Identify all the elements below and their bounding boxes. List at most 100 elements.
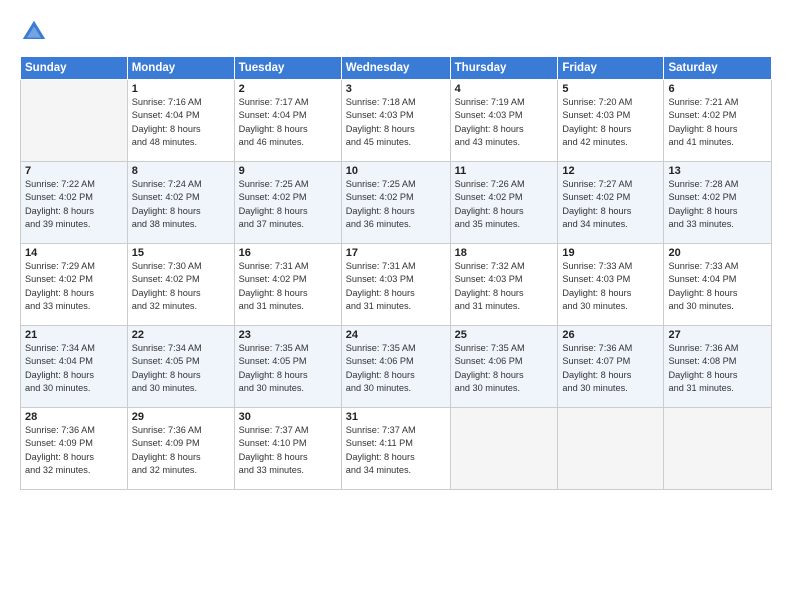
calendar-cell: 13Sunrise: 7:28 AMSunset: 4:02 PMDayligh…	[664, 162, 772, 244]
calendar-cell: 3Sunrise: 7:18 AMSunset: 4:03 PMDaylight…	[341, 80, 450, 162]
day-info: Sunrise: 7:20 AMSunset: 4:03 PMDaylight:…	[562, 96, 659, 149]
calendar-week-row: 7Sunrise: 7:22 AMSunset: 4:02 PMDaylight…	[21, 162, 772, 244]
day-number: 21	[25, 329, 123, 341]
header	[20, 18, 772, 46]
day-info: Sunrise: 7:36 AMSunset: 4:07 PMDaylight:…	[562, 342, 659, 395]
calendar-week-row: 28Sunrise: 7:36 AMSunset: 4:09 PMDayligh…	[21, 408, 772, 490]
day-info: Sunrise: 7:21 AMSunset: 4:02 PMDaylight:…	[668, 96, 767, 149]
calendar-cell: 2Sunrise: 7:17 AMSunset: 4:04 PMDaylight…	[234, 80, 341, 162]
calendar-cell: 23Sunrise: 7:35 AMSunset: 4:05 PMDayligh…	[234, 326, 341, 408]
day-info: Sunrise: 7:19 AMSunset: 4:03 PMDaylight:…	[455, 96, 554, 149]
day-info: Sunrise: 7:26 AMSunset: 4:02 PMDaylight:…	[455, 178, 554, 231]
day-number: 2	[239, 83, 337, 95]
day-info: Sunrise: 7:35 AMSunset: 4:06 PMDaylight:…	[346, 342, 446, 395]
calendar-cell: 15Sunrise: 7:30 AMSunset: 4:02 PMDayligh…	[127, 244, 234, 326]
calendar-cell: 29Sunrise: 7:36 AMSunset: 4:09 PMDayligh…	[127, 408, 234, 490]
day-number: 26	[562, 329, 659, 341]
day-info: Sunrise: 7:17 AMSunset: 4:04 PMDaylight:…	[239, 96, 337, 149]
calendar-cell	[21, 80, 128, 162]
calendar-cell: 16Sunrise: 7:31 AMSunset: 4:02 PMDayligh…	[234, 244, 341, 326]
day-number: 20	[668, 247, 767, 259]
calendar-cell: 6Sunrise: 7:21 AMSunset: 4:02 PMDaylight…	[664, 80, 772, 162]
calendar-cell: 30Sunrise: 7:37 AMSunset: 4:10 PMDayligh…	[234, 408, 341, 490]
day-number: 14	[25, 247, 123, 259]
day-number: 6	[668, 83, 767, 95]
day-info: Sunrise: 7:32 AMSunset: 4:03 PMDaylight:…	[455, 260, 554, 313]
day-info: Sunrise: 7:35 AMSunset: 4:05 PMDaylight:…	[239, 342, 337, 395]
calendar-cell: 18Sunrise: 7:32 AMSunset: 4:03 PMDayligh…	[450, 244, 558, 326]
day-number: 15	[132, 247, 230, 259]
weekday-header: Thursday	[450, 57, 558, 80]
day-number: 4	[455, 83, 554, 95]
calendar-cell: 20Sunrise: 7:33 AMSunset: 4:04 PMDayligh…	[664, 244, 772, 326]
calendar-cell: 5Sunrise: 7:20 AMSunset: 4:03 PMDaylight…	[558, 80, 664, 162]
day-info: Sunrise: 7:16 AMSunset: 4:04 PMDaylight:…	[132, 96, 230, 149]
day-info: Sunrise: 7:28 AMSunset: 4:02 PMDaylight:…	[668, 178, 767, 231]
day-info: Sunrise: 7:37 AMSunset: 4:11 PMDaylight:…	[346, 424, 446, 477]
calendar-cell: 8Sunrise: 7:24 AMSunset: 4:02 PMDaylight…	[127, 162, 234, 244]
calendar-cell: 7Sunrise: 7:22 AMSunset: 4:02 PMDaylight…	[21, 162, 128, 244]
calendar-cell	[558, 408, 664, 490]
day-number: 27	[668, 329, 767, 341]
day-info: Sunrise: 7:34 AMSunset: 4:04 PMDaylight:…	[25, 342, 123, 395]
calendar-week-row: 14Sunrise: 7:29 AMSunset: 4:02 PMDayligh…	[21, 244, 772, 326]
calendar-cell: 14Sunrise: 7:29 AMSunset: 4:02 PMDayligh…	[21, 244, 128, 326]
calendar-week-row: 21Sunrise: 7:34 AMSunset: 4:04 PMDayligh…	[21, 326, 772, 408]
calendar-cell: 19Sunrise: 7:33 AMSunset: 4:03 PMDayligh…	[558, 244, 664, 326]
day-info: Sunrise: 7:27 AMSunset: 4:02 PMDaylight:…	[562, 178, 659, 231]
calendar-cell: 4Sunrise: 7:19 AMSunset: 4:03 PMDaylight…	[450, 80, 558, 162]
calendar-week-row: 1Sunrise: 7:16 AMSunset: 4:04 PMDaylight…	[21, 80, 772, 162]
calendar-cell: 22Sunrise: 7:34 AMSunset: 4:05 PMDayligh…	[127, 326, 234, 408]
day-info: Sunrise: 7:35 AMSunset: 4:06 PMDaylight:…	[455, 342, 554, 395]
logo	[20, 18, 52, 46]
day-number: 23	[239, 329, 337, 341]
calendar-cell: 27Sunrise: 7:36 AMSunset: 4:08 PMDayligh…	[664, 326, 772, 408]
day-number: 22	[132, 329, 230, 341]
calendar-cell	[664, 408, 772, 490]
day-number: 17	[346, 247, 446, 259]
day-number: 7	[25, 165, 123, 177]
day-number: 10	[346, 165, 446, 177]
day-info: Sunrise: 7:33 AMSunset: 4:03 PMDaylight:…	[562, 260, 659, 313]
day-info: Sunrise: 7:34 AMSunset: 4:05 PMDaylight:…	[132, 342, 230, 395]
day-number: 11	[455, 165, 554, 177]
day-number: 3	[346, 83, 446, 95]
day-number: 5	[562, 83, 659, 95]
calendar-cell: 1Sunrise: 7:16 AMSunset: 4:04 PMDaylight…	[127, 80, 234, 162]
day-number: 9	[239, 165, 337, 177]
weekday-header: Sunday	[21, 57, 128, 80]
calendar-cell: 24Sunrise: 7:35 AMSunset: 4:06 PMDayligh…	[341, 326, 450, 408]
day-info: Sunrise: 7:31 AMSunset: 4:02 PMDaylight:…	[239, 260, 337, 313]
day-number: 31	[346, 411, 446, 423]
day-info: Sunrise: 7:31 AMSunset: 4:03 PMDaylight:…	[346, 260, 446, 313]
day-number: 8	[132, 165, 230, 177]
day-number: 19	[562, 247, 659, 259]
day-info: Sunrise: 7:25 AMSunset: 4:02 PMDaylight:…	[239, 178, 337, 231]
calendar-cell: 11Sunrise: 7:26 AMSunset: 4:02 PMDayligh…	[450, 162, 558, 244]
day-info: Sunrise: 7:36 AMSunset: 4:09 PMDaylight:…	[132, 424, 230, 477]
day-info: Sunrise: 7:37 AMSunset: 4:10 PMDaylight:…	[239, 424, 337, 477]
weekday-header: Friday	[558, 57, 664, 80]
day-info: Sunrise: 7:25 AMSunset: 4:02 PMDaylight:…	[346, 178, 446, 231]
calendar-cell: 17Sunrise: 7:31 AMSunset: 4:03 PMDayligh…	[341, 244, 450, 326]
day-number: 16	[239, 247, 337, 259]
calendar-cell: 12Sunrise: 7:27 AMSunset: 4:02 PMDayligh…	[558, 162, 664, 244]
day-number: 29	[132, 411, 230, 423]
page: SundayMondayTuesdayWednesdayThursdayFrid…	[0, 0, 792, 612]
calendar-cell: 25Sunrise: 7:35 AMSunset: 4:06 PMDayligh…	[450, 326, 558, 408]
calendar-cell: 21Sunrise: 7:34 AMSunset: 4:04 PMDayligh…	[21, 326, 128, 408]
calendar-cell: 28Sunrise: 7:36 AMSunset: 4:09 PMDayligh…	[21, 408, 128, 490]
day-number: 12	[562, 165, 659, 177]
logo-icon	[20, 18, 48, 46]
calendar-cell: 31Sunrise: 7:37 AMSunset: 4:11 PMDayligh…	[341, 408, 450, 490]
calendar-cell: 9Sunrise: 7:25 AMSunset: 4:02 PMDaylight…	[234, 162, 341, 244]
day-info: Sunrise: 7:24 AMSunset: 4:02 PMDaylight:…	[132, 178, 230, 231]
weekday-header-row: SundayMondayTuesdayWednesdayThursdayFrid…	[21, 57, 772, 80]
day-number: 1	[132, 83, 230, 95]
day-info: Sunrise: 7:30 AMSunset: 4:02 PMDaylight:…	[132, 260, 230, 313]
calendar-cell: 10Sunrise: 7:25 AMSunset: 4:02 PMDayligh…	[341, 162, 450, 244]
weekday-header: Saturday	[664, 57, 772, 80]
day-number: 30	[239, 411, 337, 423]
weekday-header: Monday	[127, 57, 234, 80]
day-info: Sunrise: 7:22 AMSunset: 4:02 PMDaylight:…	[25, 178, 123, 231]
